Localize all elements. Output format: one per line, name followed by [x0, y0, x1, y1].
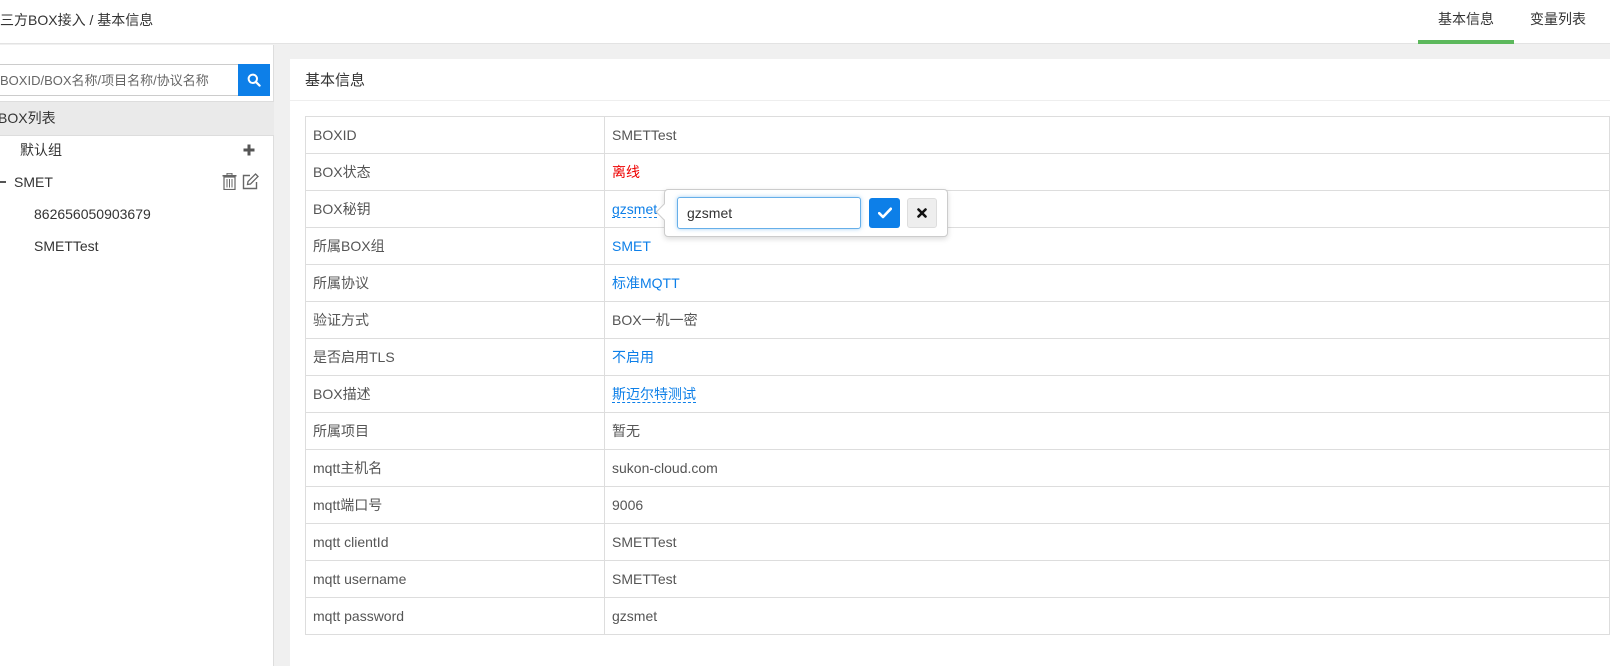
check-icon — [877, 207, 892, 219]
row-key: BOX秘钥 — [305, 190, 605, 228]
row-value: SMETTest — [604, 523, 1610, 561]
row-value: 暂无 — [604, 412, 1610, 450]
tab-basic-info[interactable]: 基本信息 — [1418, 0, 1514, 44]
protocol-cell: 标准MQTT — [604, 264, 1610, 302]
row-key: mqtt password — [305, 597, 605, 635]
secret-edit-popover — [655, 189, 948, 237]
row-key: BOX状态 — [305, 153, 605, 191]
table-row: mqtt username SMETTest — [305, 560, 1610, 598]
table-row: 验证方式 BOX一机一密 — [305, 301, 1610, 339]
table-row: BOX描述 斯迈尔特测试 — [305, 375, 1610, 413]
status-badge: 离线 — [612, 164, 640, 180]
protocol-link[interactable]: 标准MQTT — [612, 275, 680, 291]
panel-divider — [290, 100, 1610, 101]
tls-cell: 不启用 — [604, 338, 1610, 376]
box-status-cell: 离线 — [604, 153, 1610, 191]
trash-icon[interactable] — [222, 173, 237, 190]
info-table: BOXID SMETTest BOX状态 离线 BOX秘钥 gzsmet 所属B… — [305, 116, 1610, 635]
plus-icon[interactable] — [243, 144, 255, 156]
top-header: 三方BOX接入 / 基本信息 基本信息 变量列表 — [0, 0, 1610, 44]
table-row: mqtt clientId SMETTest — [305, 523, 1610, 561]
box-list-title: BOX列表 — [0, 110, 56, 126]
search-input[interactable] — [0, 64, 239, 96]
tab-bar: 基本信息 变量列表 — [1418, 0, 1610, 44]
table-row: BOXID SMETTest — [305, 116, 1610, 154]
table-row: 所属协议 标准MQTT — [305, 264, 1610, 302]
close-icon — [917, 208, 927, 218]
row-key: 验证方式 — [305, 301, 605, 339]
row-key: 所属项目 — [305, 412, 605, 450]
collapse-icon[interactable] — [0, 181, 6, 183]
tls-link[interactable]: 不启用 — [612, 349, 654, 365]
basic-info-panel: 基本信息 BOXID SMETTest BOX状态 离线 BOX秘钥 gzsme… — [290, 59, 1610, 666]
table-row: BOX状态 离线 — [305, 153, 1610, 191]
row-key: mqtt端口号 — [305, 486, 605, 524]
tree-item-box[interactable]: SMETTest — [0, 231, 270, 261]
sidebar: BOX列表 默认组 SMET 862656050903679 SMETTest — [0, 45, 274, 666]
table-row: BOX秘钥 gzsmet — [305, 190, 1610, 228]
row-key: 是否启用TLS — [305, 338, 605, 376]
box-group-link[interactable]: SMET — [612, 238, 651, 254]
row-key: mqtt username — [305, 560, 605, 598]
row-key: mqtt主机名 — [305, 449, 605, 487]
row-key: 所属协议 — [305, 264, 605, 302]
secret-edit-input[interactable] — [677, 197, 861, 229]
tab-variable-list[interactable]: 变量列表 — [1514, 0, 1610, 44]
row-key: mqtt clientId — [305, 523, 605, 561]
tree-group-label: 默认组 — [20, 142, 62, 158]
search-icon — [247, 73, 261, 87]
search-bar — [0, 64, 270, 96]
tree-item-label: SMETTest — [34, 238, 99, 254]
row-value: 9006 — [604, 486, 1610, 524]
table-row: mqtt端口号 9006 — [305, 486, 1610, 524]
table-row: 所属BOX组 SMET — [305, 227, 1610, 265]
row-value: BOX一机一密 — [604, 301, 1610, 339]
row-value: sukon-cloud.com — [604, 449, 1610, 487]
box-secret-editable[interactable]: gzsmet — [612, 201, 658, 218]
edit-icon[interactable] — [242, 173, 259, 190]
search-button[interactable] — [238, 64, 270, 96]
tree-group-default[interactable]: 默认组 — [0, 135, 270, 165]
row-key: 所属BOX组 — [305, 227, 605, 265]
tree-group-label: SMET — [14, 174, 53, 190]
tree-item-label: 862656050903679 — [34, 206, 151, 222]
row-value: SMETTest — [604, 116, 1610, 154]
panel-title: 基本信息 — [305, 72, 366, 89]
tree-group-smet[interactable]: SMET — [0, 167, 270, 197]
box-desc-cell: 斯迈尔特测试 — [604, 375, 1610, 413]
confirm-button[interactable] — [869, 198, 900, 228]
breadcrumb: 三方BOX接入 / 基本信息 — [0, 12, 154, 28]
table-row: 所属项目 暂无 — [305, 412, 1610, 450]
tree-item-box[interactable]: 862656050903679 — [0, 199, 270, 229]
row-value: gzsmet — [604, 597, 1610, 635]
box-desc-editable[interactable]: 斯迈尔特测试 — [612, 386, 696, 403]
box-list-header: BOX列表 — [0, 101, 274, 136]
table-row: 是否启用TLS 不启用 — [305, 338, 1610, 376]
cancel-button[interactable] — [907, 198, 937, 228]
row-key: BOXID — [305, 116, 605, 154]
table-row: mqtt主机名 sukon-cloud.com — [305, 449, 1610, 487]
table-row: mqtt password gzsmet — [305, 597, 1610, 635]
row-value: SMETTest — [604, 560, 1610, 598]
row-key: BOX描述 — [305, 375, 605, 413]
